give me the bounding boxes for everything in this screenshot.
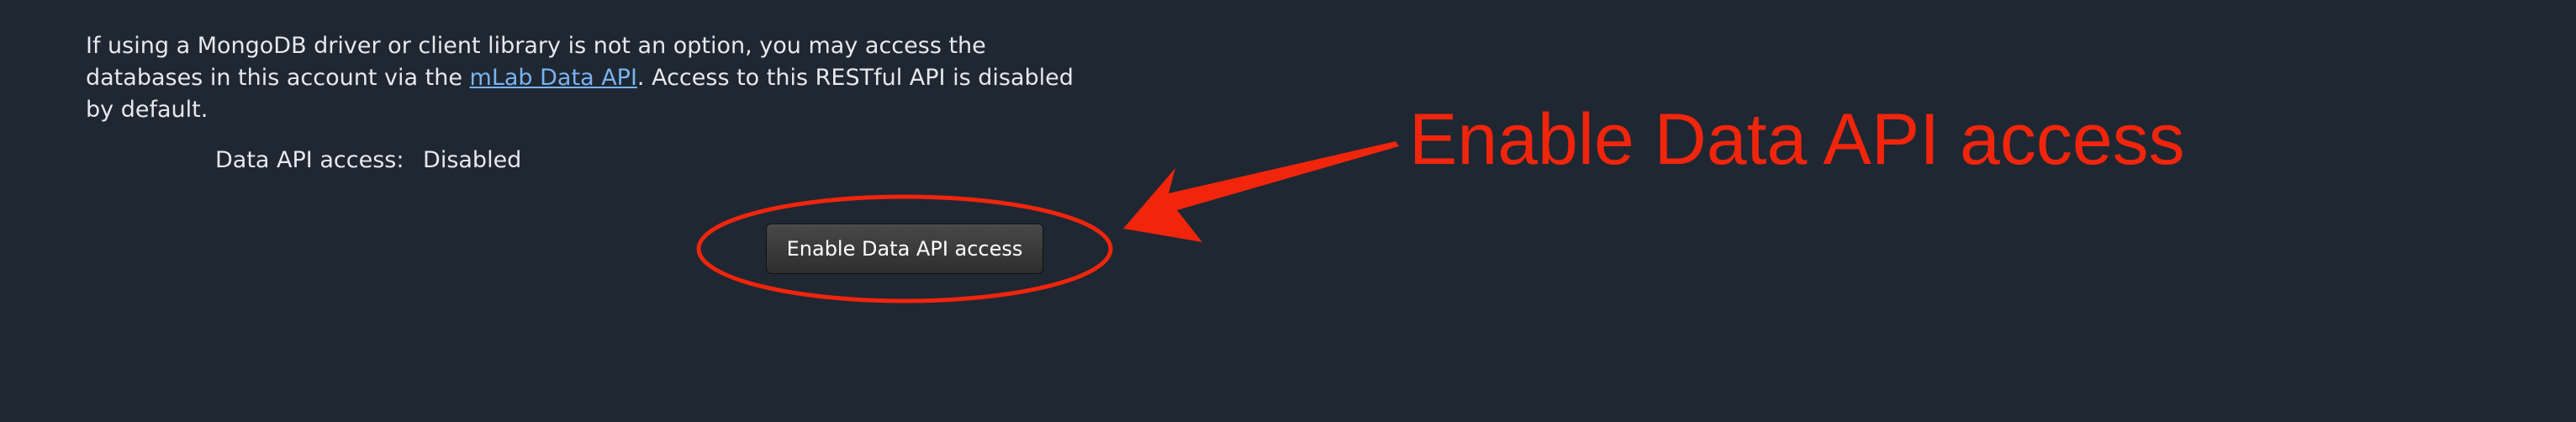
annotation-callout-text: Enable Data API access (1409, 99, 2185, 180)
data-api-status-label: Data API access: (215, 147, 404, 173)
arrow-pointer-icon (1123, 141, 1399, 242)
enable-data-api-button[interactable]: Enable Data API access (766, 224, 1043, 274)
api-settings-panel: If using a MongoDB driver or client libr… (0, 0, 2576, 422)
data-api-status-value: Disabled (423, 147, 522, 173)
mlab-data-api-link[interactable]: mLab Data API (470, 65, 637, 91)
data-api-status-row: Data API access: Disabled (215, 145, 521, 177)
intro-paragraph: If using a MongoDB driver or client libr… (86, 30, 1095, 126)
